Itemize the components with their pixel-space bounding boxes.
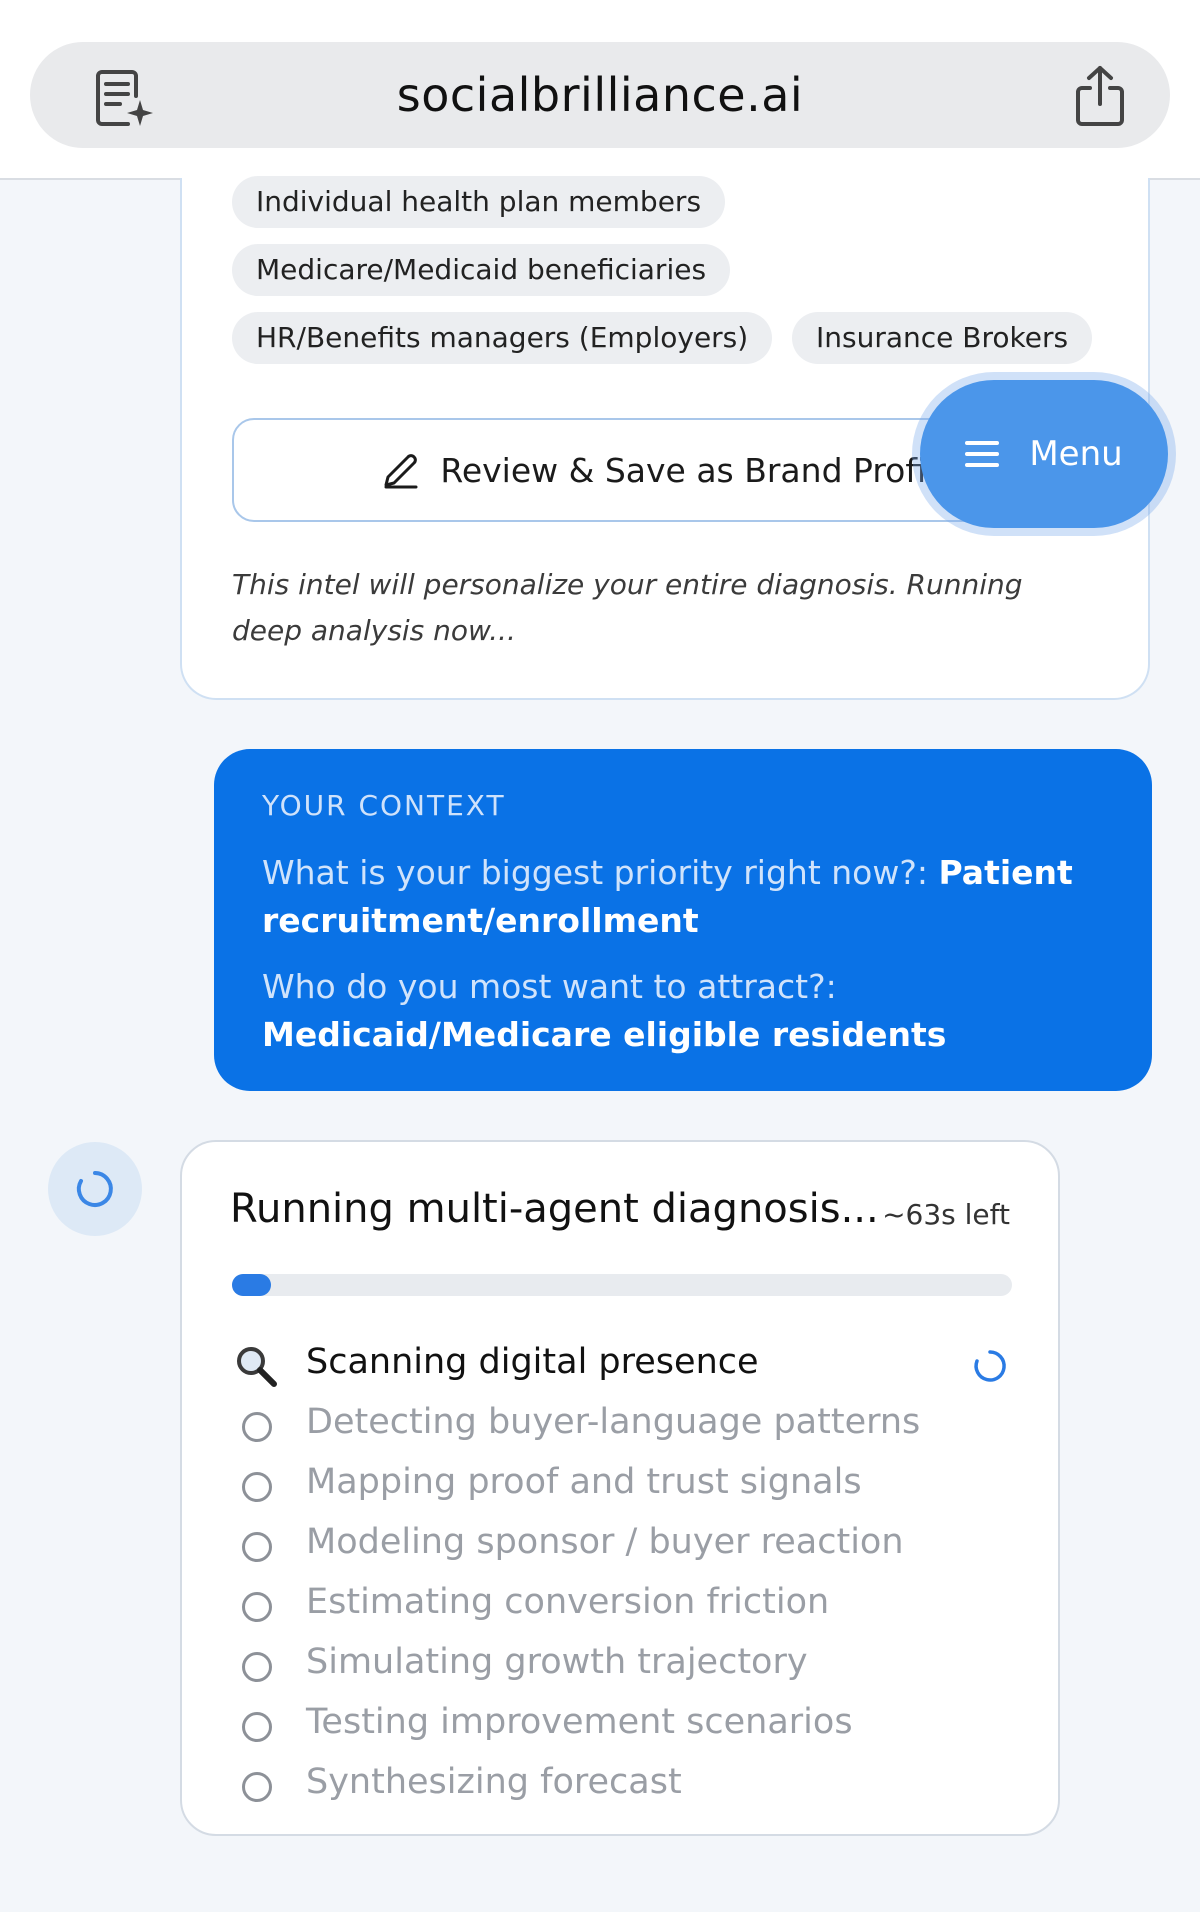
context-card: YOUR CONTEXT What is your biggest priori… [214, 749, 1152, 1091]
context-item-audience: Who do you most want to attract?: Medica… [262, 963, 1112, 1059]
menu-label: Menu [1029, 434, 1123, 474]
time-remaining: ~63s left [882, 1198, 1010, 1231]
step-item: Scanning digital presence [232, 1338, 1012, 1394]
step-item: Testing improvement scenarios [232, 1698, 1012, 1754]
share-icon[interactable] [1070, 64, 1130, 128]
pending-circle-icon [242, 1472, 272, 1502]
step-label: Modeling sponsor / buyer reaction [306, 1522, 904, 1562]
step-label: Synthesizing forecast [306, 1762, 682, 1802]
pending-circle-icon [242, 1412, 272, 1442]
url-text[interactable]: socialbrilliance.ai [30, 42, 1170, 148]
context-title: YOUR CONTEXT [262, 789, 506, 822]
context-question: What is your biggest priority right now?… [262, 853, 928, 892]
diagnosis-title: Running multi-agent diagnosis... [230, 1186, 879, 1232]
step-label: Detecting buyer-language patterns [306, 1402, 921, 1442]
step-item: Simulating growth trajectory [232, 1638, 1012, 1694]
progress-bar [232, 1274, 1012, 1296]
loading-spinner-icon [974, 1350, 1006, 1382]
pending-circle-icon [242, 1532, 272, 1562]
step-label: Scanning digital presence [306, 1342, 759, 1382]
menu-button[interactable]: Menu [920, 380, 1168, 528]
analysis-note: This intel will personalize your entire … [232, 568, 1023, 647]
step-label: Mapping proof and trust signals [306, 1462, 862, 1502]
pending-circle-icon [242, 1772, 272, 1802]
browser-toolbar: socialbrilliance.ai [0, 0, 1200, 180]
context-answer: Medicaid/Medicare eligible residents [262, 1015, 947, 1054]
magnifying-glass-icon [237, 1347, 277, 1387]
audience-chip[interactable]: HR/Benefits managers (Employers) [232, 312, 773, 364]
pencil-icon [384, 454, 418, 489]
pending-circle-icon [242, 1592, 272, 1622]
context-question: Who do you most want to attract?: [262, 967, 837, 1006]
step-item: Modeling sponsor / buyer reaction [232, 1518, 1012, 1574]
audience-chip[interactable]: Insurance Brokers [792, 312, 1093, 364]
loading-spinner-icon [76, 1171, 113, 1207]
address-bar[interactable]: socialbrilliance.ai [30, 42, 1170, 148]
step-label: Estimating conversion friction [306, 1582, 830, 1622]
pending-circle-icon [242, 1652, 272, 1682]
assistant-avatar [48, 1142, 142, 1236]
step-item: Synthesizing forecast [232, 1758, 1012, 1814]
step-item: Estimating conversion friction [232, 1578, 1012, 1634]
step-label: Simulating growth trajectory [306, 1642, 808, 1682]
step-item: Detecting buyer-language patterns [232, 1398, 1012, 1454]
step-item: Mapping proof and trust signals [232, 1458, 1012, 1514]
pending-circle-icon [242, 1712, 272, 1742]
audience-chip[interactable]: Individual health plan members [232, 176, 726, 228]
hamburger-icon [965, 441, 1000, 467]
step-label: Testing improvement scenarios [306, 1702, 853, 1742]
progress-fill [232, 1274, 271, 1296]
audience-chip[interactable]: Medicare/Medicaid beneficiaries [232, 244, 731, 296]
review-button-label: Review & Save as Brand Profile [440, 450, 956, 490]
diagnosis-card: Running multi-agent diagnosis... ~63s le… [180, 1140, 1060, 1836]
context-item-priority: What is your biggest priority right now?… [262, 849, 1112, 945]
